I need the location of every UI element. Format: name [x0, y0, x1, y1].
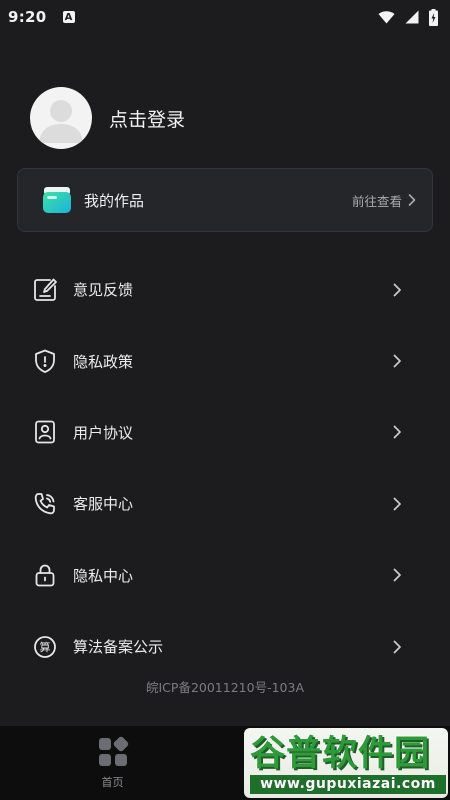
menu-item-label: 算法备案公示	[73, 638, 164, 657]
algorithm-icon: 算	[31, 633, 59, 661]
status-icons	[378, 8, 438, 26]
settings-menu: 意见反馈 隐私政策 用户协议 客服中心 隐私中心 算 算法备案公示	[0, 254, 450, 682]
svg-text:算: 算	[40, 640, 51, 654]
icp-record-text: 皖ICP备20011210号-103A	[146, 680, 304, 695]
menu-item-algorithm-filing[interactable]: 算 算法备案公示	[0, 611, 450, 682]
chevron-right-icon	[393, 283, 402, 297]
menu-item-privacy-policy[interactable]: 隐私政策	[0, 325, 450, 396]
tab-home[interactable]: 首页	[0, 726, 225, 800]
menu-item-label: 隐私政策	[73, 352, 134, 371]
chevron-right-icon	[408, 194, 416, 206]
menu-item-label: 隐私中心	[73, 566, 134, 585]
home-grid-icon	[98, 736, 128, 766]
tab-home-label: 首页	[101, 776, 124, 789]
shield-icon	[31, 347, 59, 375]
notification-badge-icon: A	[62, 11, 75, 23]
chevron-right-icon	[393, 640, 402, 654]
lock-icon	[31, 561, 59, 589]
default-avatar-icon	[39, 100, 83, 143]
feedback-icon	[31, 276, 59, 304]
chevron-right-icon	[393, 568, 402, 582]
battery-icon	[429, 8, 438, 26]
site-watermark: 谷普软件园 www.gupuxiazai.com	[244, 728, 448, 798]
menu-item-privacy-center[interactable]: 隐私中心	[0, 540, 450, 611]
chevron-right-icon	[393, 497, 402, 511]
works-title: 我的作品	[84, 191, 145, 210]
menu-item-label: 用户协议	[73, 423, 134, 442]
status-bar: 9:20 A	[0, 0, 450, 34]
menu-item-user-agreement[interactable]: 用户协议	[0, 397, 450, 468]
login-profile[interactable]: 点击登录	[30, 87, 185, 149]
phone-icon	[31, 490, 59, 518]
menu-item-label: 意见反馈	[73, 281, 134, 300]
menu-item-feedback[interactable]: 意见反馈	[0, 254, 450, 325]
wifi-icon	[378, 11, 395, 24]
view-works-link[interactable]: 前往查看	[352, 191, 416, 210]
watermark-title: 谷普软件园	[250, 734, 431, 774]
menu-item-label: 客服中心	[73, 495, 134, 514]
menu-item-customer-service[interactable]: 客服中心	[0, 468, 450, 539]
my-works-card[interactable]: 我的作品 前往查看	[17, 168, 433, 232]
avatar[interactable]	[30, 87, 92, 149]
chevron-right-icon	[393, 425, 402, 439]
watermark-url: www.gupuxiazai.com	[250, 775, 446, 794]
chevron-right-icon	[393, 354, 402, 368]
status-time: 9:20	[8, 8, 47, 26]
view-works-label[interactable]: 前往查看	[352, 191, 402, 210]
user-agreement-icon	[31, 418, 59, 446]
cellular-signal-icon	[405, 10, 419, 24]
login-label[interactable]: 点击登录	[109, 105, 185, 132]
works-folder-icon	[43, 187, 71, 213]
